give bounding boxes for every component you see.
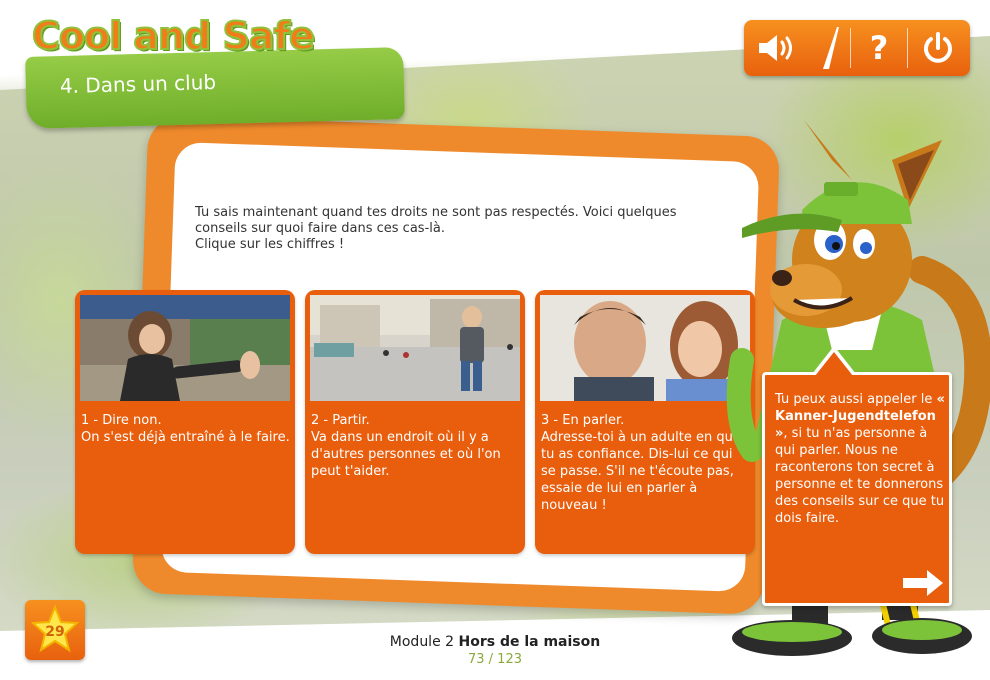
exit-button[interactable] [908,20,968,76]
section-title: 4. Dans un club [59,69,217,99]
help-button[interactable]: ? [851,20,907,76]
intro-text: Tu sais maintenant quand tes droits ne s… [195,205,695,253]
score-star-button[interactable]: 29 [25,600,85,660]
module-label: Module 2 Hors de la maison [300,634,690,650]
next-arrow-icon[interactable] [901,569,945,597]
help-icon: ? [869,29,889,67]
intro-line-1: Tu sais maintenant quand tes droits ne s… [195,205,677,236]
module-name: Hors de la maison [458,634,601,650]
bubble-tail [815,352,853,376]
module-prefix: Module 2 [389,634,455,650]
sound-button[interactable] [744,20,810,76]
tip-title-1: 1 - Dire non. [81,413,162,428]
toolbar: ? [744,20,970,76]
hint-text-after: , si tu n'as personne à qui parler. Nous… [775,426,945,526]
tip-text-1: 1 - Dire non. On s'est déjà entraîné à l… [81,412,291,446]
app-logo: Cool and Safe [31,13,316,59]
hint-text: Tu peux aussi appeler le « Kanner-Jugend… [775,391,947,527]
tip-title-2: 2 - Partir. [311,413,370,428]
tip-photo-girl-saying-no [80,295,290,401]
hint-bubble: Tu peux aussi appeler le « Kanner-Jugend… [762,372,952,606]
speaker-icon [759,35,792,61]
tip-photo-boy-in-square [310,295,520,401]
tip-body-1: On s'est déjà entraîné à le faire. [81,430,290,445]
hint-text-before: Tu peux aussi appeler le [775,392,937,407]
volume-level-icon [823,27,839,69]
tip-tile-2[interactable]: 2 - Partir. Va dans un endroit où il y a… [305,290,525,554]
page-indicator: 73 / 123 [468,652,522,667]
tip-text-2: 2 - Partir. Va dans un endroit où il y a… [311,412,521,480]
intro-line-2: Clique sur les chiffres ! [195,237,345,252]
tip-body-2: Va dans un endroit où il y a d'autres pe… [311,430,501,479]
tip-tile-1[interactable]: 1 - Dire non. On s'est déjà entraîné à l… [75,290,295,554]
star-count: 29 [45,624,65,640]
power-icon [924,32,952,63]
section-banner: 4. Dans un club [25,47,405,129]
volume-slider[interactable] [810,20,850,76]
